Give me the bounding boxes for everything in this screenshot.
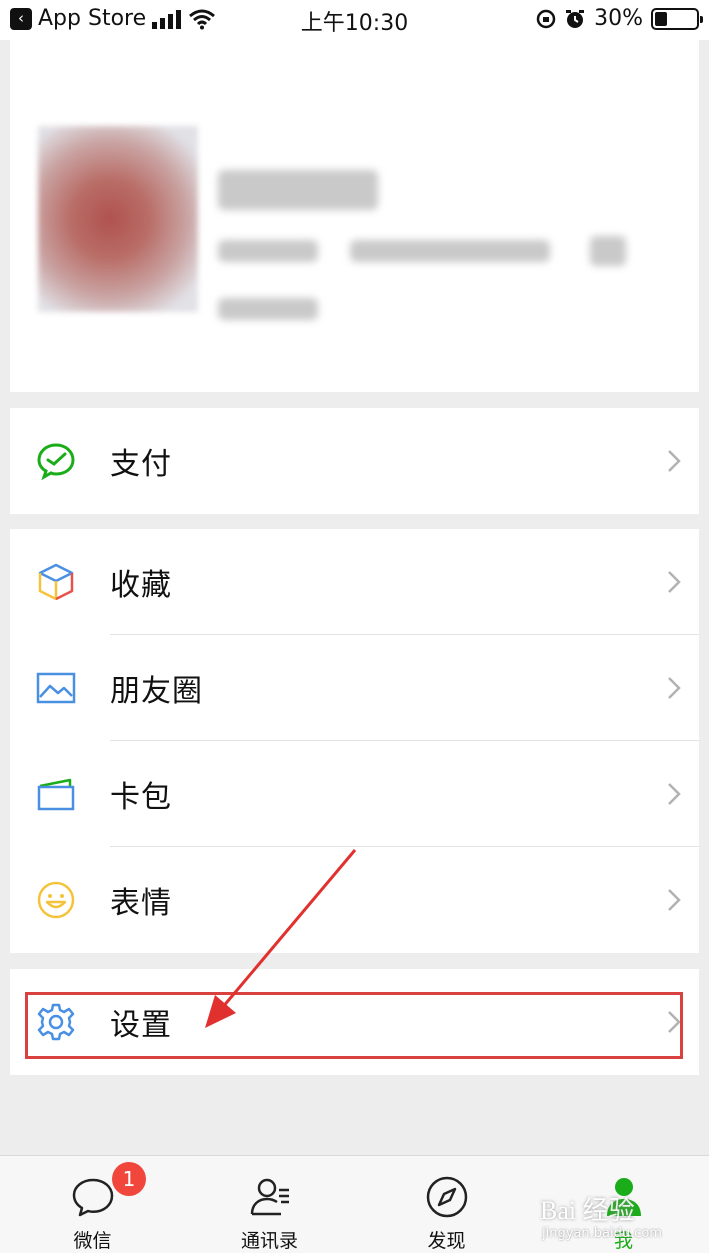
- compass-icon: [426, 1176, 467, 1218]
- contacts-person-icon: [250, 1178, 289, 1216]
- wechat-me-screen: ‹ App Store 上午10:30 30% 支付 收藏 朋友圈 卡包 表情 …: [0, 0, 709, 1253]
- watermark-text: Bai 经验: [540, 1196, 635, 1225]
- tab-label: 微信: [73, 1230, 112, 1252]
- tab-label: 通讯录: [240, 1230, 298, 1252]
- tab-chats[interactable]: 1 微信: [4, 1156, 181, 1253]
- tab-label: 发现: [427, 1230, 466, 1252]
- watermark-sub: jingyan.baidu.com: [542, 1226, 662, 1241]
- annotation-arrow: [205, 849, 357, 1028]
- tab-discover[interactable]: 发现: [358, 1156, 535, 1253]
- chat-bubble-icon: [72, 1178, 113, 1217]
- unread-badge: 1: [112, 1162, 146, 1196]
- baidu-jingyan-watermark: Bai 经验 jingyan.baidu.com: [540, 1168, 690, 1248]
- tab-contacts[interactable]: 通讯录: [181, 1156, 358, 1253]
